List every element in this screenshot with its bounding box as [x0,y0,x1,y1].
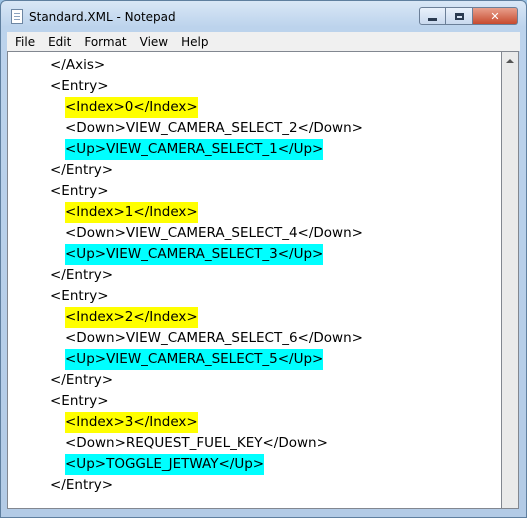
text-line: <Up>VIEW_CAMERA_SELECT_1</Up> [65,139,324,160]
menu-file[interactable]: File [10,35,40,49]
minimize-icon [428,17,437,21]
text-line: </Entry> [50,267,114,283]
text-line: <Down>VIEW_CAMERA_SELECT_4</Down> [65,225,363,241]
text-line: <Down>VIEW_CAMERA_SELECT_2</Down> [65,120,363,136]
menu-view[interactable]: View [135,35,173,49]
close-button[interactable]: ✕ [473,7,518,25]
text-line: </Entry> [50,372,114,388]
minimize-button[interactable] [419,7,446,25]
text-line: <Index>2</Index> [65,307,198,328]
menu-bar: File Edit Format View Help [7,32,520,51]
text-line: <Down>REQUEST_FUEL_KEY</Down> [65,435,328,451]
text-line: <Up>VIEW_CAMERA_SELECT_3</Up> [65,244,324,265]
text-line: </Axis> [50,57,106,73]
text-line: <Index>1</Index> [65,202,198,223]
text-line: </Entry> [50,162,114,178]
text-line: <Up>TOGGLE_JETWAY</Up> [65,454,265,475]
maximize-icon [454,12,464,20]
text-line: <Entry> [50,393,109,409]
menu-edit[interactable]: Edit [43,35,76,49]
text-line: <Entry> [50,288,109,304]
caption-buttons: ✕ [419,7,518,25]
menu-help[interactable]: Help [176,35,213,49]
window-title: Standard.XML - Notepad [29,10,176,24]
menu-format[interactable]: Format [79,35,131,49]
notepad-window: Standard.XML - Notepad ✕ File Edit Forma… [0,0,527,518]
text-line: <Index>0</Index> [65,97,198,118]
text-line: </Entry> [50,477,114,493]
maximize-button[interactable] [446,7,473,25]
title-bar[interactable]: Standard.XML - Notepad ✕ [1,1,526,33]
close-icon: ✕ [490,9,500,23]
arrow-up-icon [506,58,514,63]
notepad-icon[interactable] [11,9,23,24]
text-line: <Entry> [50,183,109,199]
text-line: <Index>3</Index> [65,412,198,433]
text-line: <Entry> [50,78,109,94]
text-line: <Up>VIEW_CAMERA_SELECT_5</Up> [65,349,324,370]
vertical-scrollbar[interactable] [502,51,519,509]
scroll-up-button[interactable] [502,52,518,69]
text-editor[interactable]: </Axis> <Entry> <Index>0</Index> <Down>VIEW… [7,51,502,509]
text-line: <Down>VIEW_CAMERA_SELECT_6</Down> [65,330,363,346]
